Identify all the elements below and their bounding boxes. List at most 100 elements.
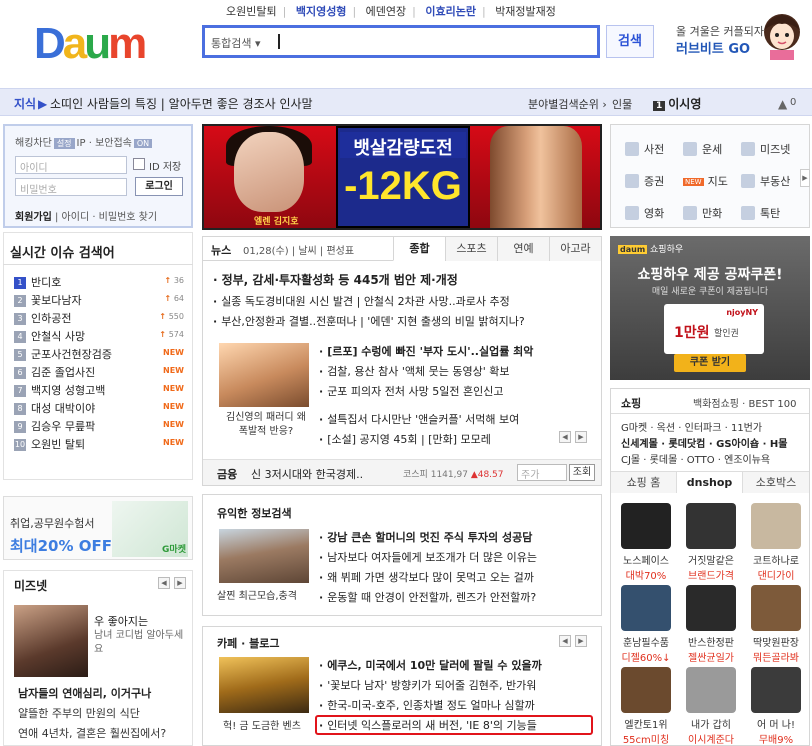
search-button[interactable]: 검색 [606, 25, 654, 58]
couple-photo[interactable] [14, 605, 88, 677]
next-arrow-icon[interactable]: ▶ [575, 431, 587, 443]
service-map[interactable]: NEW 지도 [683, 173, 728, 189]
kospi-index[interactable]: 코스피 1141,97 ▲48.57 [403, 467, 504, 480]
news-item[interactable]: [소설] 공지영 45회 | [만화] 모모레 [319, 431, 491, 447]
tab-agora[interactable]: 아고라 [549, 237, 601, 261]
next-arrow-icon[interactable]: ▶ [575, 635, 587, 647]
tab-dnshop[interactable]: dnshop [677, 472, 743, 493]
prev-arrow-icon[interactable]: ◀ [158, 577, 170, 589]
setting-badge[interactable]: 설정 [53, 138, 75, 149]
book-ad[interactable]: 취업,공무원수험서 최대20% OFF [3, 496, 193, 560]
shopping-links[interactable]: 백화점쇼핑 · BEST 100 [693, 395, 796, 410]
avatar-girl-icon[interactable] [760, 10, 804, 60]
cafe-item[interactable]: '꽃보다 남자' 방향키가 되어줄 김현주, 반가워 [319, 677, 536, 693]
cafe-item[interactable]: 한국-미국-호주, 인종차별 정도 얼마나 심할까 [319, 697, 535, 713]
info-item[interactable]: 왜 뷔페 가면 생각보다 많이 못먹고 오는 걸까 [319, 569, 534, 585]
service-movie[interactable]: 영화 [625, 205, 664, 221]
headline[interactable]: 정부, 감세·투자활성화 등 445개 법안 제·개정 [213, 271, 593, 288]
top-keyword[interactable]: 박재정발재정 [495, 5, 556, 18]
password-input[interactable]: 비밀번호 [15, 178, 127, 196]
service-miznet[interactable]: 미즈넷 [741, 141, 790, 157]
cafe-photo-caption[interactable]: 헉! 금 도금한 벤츠 [223, 717, 301, 732]
tab-sohobox[interactable]: 소호박스 [743, 472, 809, 493]
shopping-title[interactable]: 쇼핑 [621, 395, 641, 411]
service-star[interactable]: 톡탄 [741, 205, 780, 221]
news-title[interactable]: 뉴스 [211, 242, 231, 258]
stock-search-button[interactable]: 조회 [569, 464, 595, 481]
finance-headline[interactable]: 신 3저시대와 한국경제.. [251, 466, 363, 482]
product-card[interactable]: 엘칸토1위 55cm미칭 [615, 667, 677, 746]
join-link[interactable]: 회원가입 [15, 212, 52, 223]
cafe-photo[interactable] [219, 657, 309, 713]
headline[interactable]: 실종 독도경비대원 시신 발견 | 안철식 2차관 사망..과로사 추정 [213, 293, 593, 309]
issue-item[interactable]: 7 백지영 성형고백 NEW [14, 382, 184, 398]
info-photo-caption[interactable]: 살찐 최근모습,충격 [217, 587, 297, 602]
miznet-item[interactable]: 연애 4년차, 결혼은 훨씬집에서? [18, 725, 166, 741]
security-label[interactable]: IP · 보안접속 [77, 138, 132, 149]
info-photo[interactable] [219, 529, 309, 583]
service-comic[interactable]: 만화 [683, 205, 722, 221]
issue-item[interactable]: 1 반디호 ↑ 36 [14, 274, 184, 290]
top-keyword[interactable]: 백지영성형 [296, 5, 347, 18]
news-date[interactable]: 01,28(수) | 날씨 | 편성표 [243, 242, 354, 257]
news-item[interactable]: 군포 피의자 전처 사망 5일전 혼인신고 [319, 383, 503, 399]
issue-item[interactable]: 4 안철식 사망 ↑ 574 [14, 328, 184, 344]
tab-shop-home[interactable]: 쇼핑 홈 [611, 472, 677, 493]
product-card[interactable]: 코트하나로 댄디가이 [745, 503, 807, 582]
daum-logo[interactable]: Daum [34, 22, 147, 66]
info-title[interactable]: 유익한 정보검색 [217, 505, 292, 521]
info-item[interactable]: 운동할 때 안경이 안전할까, 렌즈가 안전할까? [319, 589, 536, 605]
service-stock[interactable]: 증권 [625, 173, 664, 189]
product-card[interactable]: 거짓말같은 브랜드가격 [680, 503, 742, 582]
top-keyword[interactable]: 에덴연장 [366, 5, 406, 18]
miznet-title[interactable]: 미즈넷 [14, 577, 47, 594]
knowledge-text[interactable]: 소띠인 사람들의 특징 | 알아두면 좋은 경조사 인사말 [50, 95, 313, 112]
tab-general[interactable]: 종합 [393, 237, 445, 261]
coupon-ad[interactable]: daum 쇼핑하우 쇼핑하우 제공 공짜쿠폰! 매일 새로운 쿠폰이 제공됩니다… [610, 236, 810, 380]
product-card[interactable]: 훈남필수품 디젤60%↓ [615, 585, 677, 664]
prev-arrow-icon[interactable]: ◀ [559, 431, 571, 443]
get-coupon-button[interactable]: 쿠폰 받기 [674, 354, 746, 372]
tab-sports[interactable]: 스포츠 [445, 237, 497, 261]
news-item[interactable]: 검찰, 용산 참사 '액체 뭇는 동영상' 확보 [319, 363, 509, 379]
cafe-item[interactable]: 에쿠스, 미국에서 10만 달러에 팔릴 수 있을까 [319, 657, 542, 673]
service-dictionary[interactable]: 사전 [625, 141, 664, 157]
headline[interactable]: 부산,안정환과 결별..전훈떠나 | '에덴' 지현 출생의 비밀 밝혀지나? [213, 313, 593, 329]
caret-up-icon[interactable]: ▲ [778, 97, 787, 111]
top-ad-line1[interactable]: 올 겨울은 커플되자! [676, 23, 768, 39]
hacking-block-label[interactable]: 해킹차단 [15, 138, 52, 149]
shop-mall-links[interactable]: 신세계몰 · 롯데닷컴 · GS아이숍 · H몰 [621, 435, 787, 450]
issue-item[interactable]: 8 대성 대박이야 NEW [14, 400, 184, 416]
rank-label[interactable]: 분야별검색순위 › [528, 96, 607, 112]
diet-banner[interactable]: 엘렌 김지호 뱃살감량도전 -12KG [202, 124, 602, 230]
shop-mall-links[interactable]: G마켓 · 옥션 · 인터파크 · 11번가 [621, 419, 762, 434]
issue-item[interactable]: 9 김승우 무릎팍 NEW [14, 418, 184, 434]
news-item[interactable]: [르포] 수렁에 빠진 '부자 도시'..실업률 최악 [319, 343, 533, 359]
issue-item[interactable]: 3 인하공전 ↑ 550 [14, 310, 184, 326]
issue-item[interactable]: 5 군포사건현장검증 NEW [14, 346, 184, 362]
news-photo[interactable] [219, 343, 309, 407]
issue-item[interactable]: 10 오원빈 탈퇴 NEW [14, 436, 184, 452]
top-ad-line2[interactable]: 러브비트 GO [676, 38, 750, 57]
search-box[interactable]: 통합검색 ▾ [202, 25, 600, 58]
finance-label[interactable]: 금융 [217, 466, 237, 482]
product-card[interactable]: 어 머 나! 무배9% [745, 667, 807, 746]
product-card[interactable]: 내가 갑히 이시계준다 [680, 667, 742, 746]
stock-input[interactable]: 주가 [517, 464, 567, 481]
issue-item[interactable]: 6 김준 졸업사진 NEW [14, 364, 184, 380]
news-item[interactable]: 설특집서 다시만난 '앤슬커플' 서먹해 보여 [319, 411, 519, 427]
id-save-checkbox[interactable] [133, 158, 145, 170]
on-badge[interactable]: ON [133, 139, 153, 148]
miznet-caption[interactable]: 우 좋아지는 [94, 613, 148, 629]
tab-entertainment[interactable]: 연예 [497, 237, 549, 261]
info-item[interactable]: 남자보다 여자들에게 보조개가 더 많은 이유는 [319, 549, 537, 565]
shop-mall-links[interactable]: CJ몰 · 롯데몰 · OTTO · 엔조이뉴욕 [621, 451, 770, 466]
next-arrow-icon[interactable]: ▶ [174, 577, 186, 589]
service-realestate[interactable]: 부동산 [741, 173, 790, 189]
id-input[interactable]: 아이디 [15, 156, 127, 174]
miznet-subcaption[interactable]: 남녀 코디법 알아두세요 [94, 629, 189, 657]
login-button[interactable]: 로그인 [135, 177, 183, 196]
product-card[interactable]: 반스한정판 젤싼균일가 [680, 585, 742, 664]
person-rank[interactable]: 1 이시영 [650, 95, 701, 112]
cafe-blog-title[interactable]: 카페 · 블로그 [217, 635, 279, 651]
